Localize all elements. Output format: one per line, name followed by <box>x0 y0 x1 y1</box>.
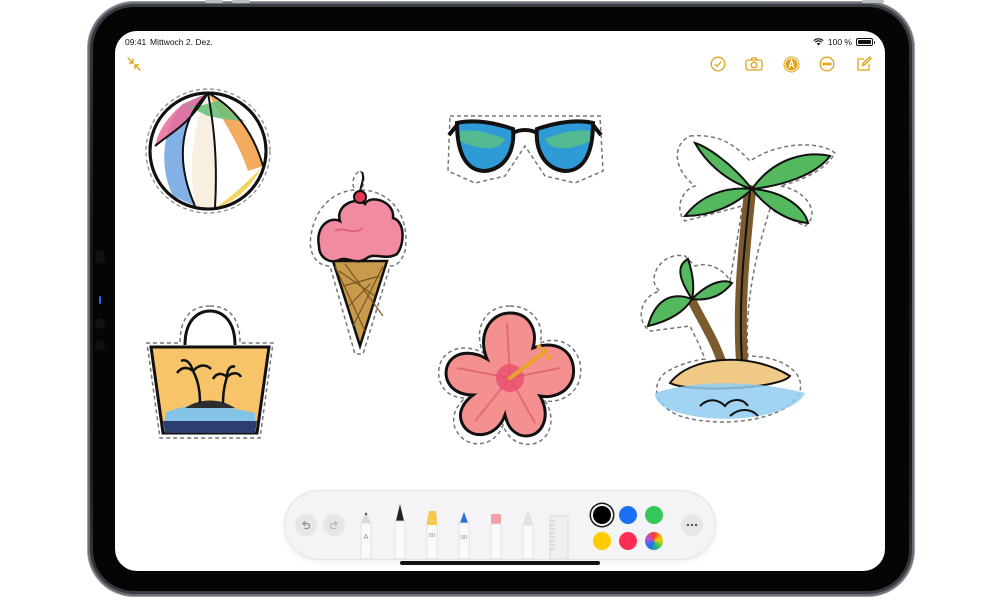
palm-tree-sticker[interactable] <box>630 131 850 431</box>
highlighter-tool[interactable]: 50 <box>423 507 441 559</box>
palette-more-button[interactable] <box>681 514 703 536</box>
power-button <box>862 0 884 3</box>
color-yellow-swatch[interactable] <box>593 532 611 550</box>
redo-icon <box>329 520 338 530</box>
status-bar: 09:41 Mittwoch 2. Dez. 100 % <box>125 37 875 51</box>
sensor-dot <box>95 318 105 329</box>
color-green-swatch[interactable] <box>645 506 663 524</box>
markup-pen-icon[interactable] <box>782 55 800 73</box>
lasso-tool[interactable] <box>519 509 537 559</box>
fineliner-label: 50 <box>461 535 467 541</box>
ice-cream-sticker[interactable] <box>305 166 415 361</box>
battery-icon <box>856 38 875 46</box>
status-time: 09:41 <box>125 37 147 47</box>
magnetic-connector <box>99 296 101 304</box>
eraser-tool[interactable] <box>487 511 505 559</box>
battery-percent: 100 % <box>827 37 852 47</box>
undo-icon <box>302 520 311 530</box>
camera-icon[interactable] <box>745 55 763 73</box>
compose-icon[interactable] <box>855 55 873 73</box>
more-icon <box>686 523 698 527</box>
pencil-label: A <box>364 534 369 541</box>
tool-palette: A 50 50 <box>285 491 715 559</box>
color-black-swatch[interactable] <box>593 506 611 524</box>
home-indicator[interactable] <box>400 561 600 565</box>
pen-tool[interactable] <box>391 501 409 559</box>
color-blue-swatch[interactable] <box>619 506 637 524</box>
beach-ball-sticker[interactable] <box>143 86 273 216</box>
color-red-swatch[interactable] <box>619 532 637 550</box>
camera-dot <box>95 250 105 264</box>
collapse-arrows-icon[interactable] <box>125 55 143 73</box>
sunglasses-sticker[interactable] <box>445 111 605 186</box>
beach-bag-sticker[interactable] <box>145 303 275 443</box>
undo-button[interactable] <box>295 514 317 536</box>
redo-button[interactable] <box>323 514 345 536</box>
pencil-tool[interactable]: A <box>357 509 375 559</box>
volume-button <box>232 0 250 3</box>
fineliner-tool[interactable]: 50 <box>455 509 473 559</box>
status-right: 100 % <box>813 37 875 47</box>
wifi-icon <box>813 38 824 46</box>
ruler-tool[interactable] <box>547 513 571 559</box>
color-wheel-icon[interactable] <box>645 532 663 550</box>
checklist-icon[interactable] <box>709 55 727 73</box>
sensor-dot <box>95 340 105 351</box>
marker-label: 50 <box>429 533 435 539</box>
status-date: Mittwoch 2. Dez. <box>150 37 213 47</box>
hibiscus-sticker[interactable] <box>435 303 585 453</box>
screen: 09:41 Mittwoch 2. Dez. 100 % A 50 50 <box>115 31 885 571</box>
volume-button <box>205 0 223 3</box>
more-icon[interactable] <box>818 55 836 73</box>
